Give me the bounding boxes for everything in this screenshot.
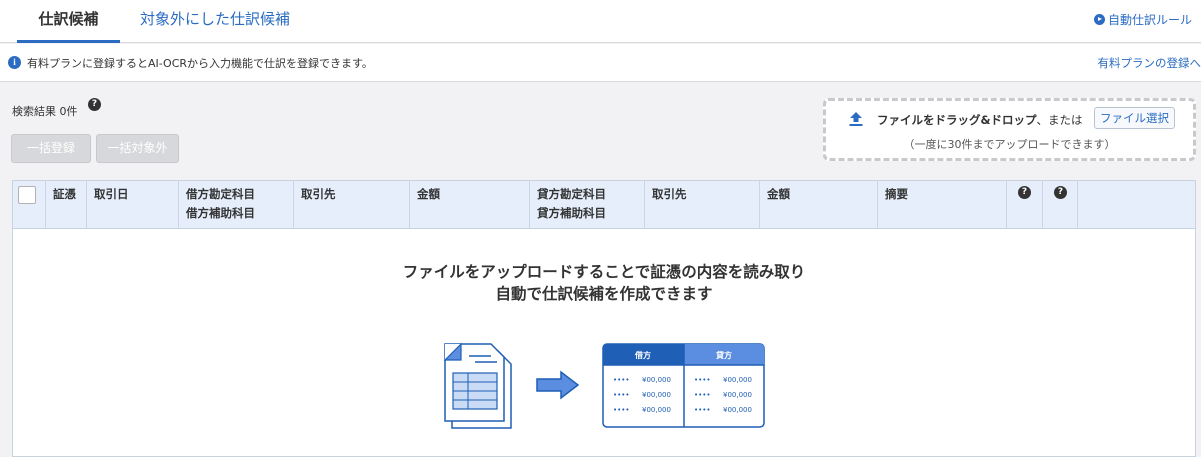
journal-candidates-table: 証憑 取引日 借方勘定科目 借方補助科目 取引先 金額 貸方勘定科目 貸方補助科… bbox=[12, 180, 1196, 457]
info-message: 有料プランに登録するとAI-OCRから入力機能で仕訳を登録できます。 bbox=[27, 57, 373, 70]
debit-label: 借方 bbox=[634, 350, 651, 360]
dropzone-text-rest: 、または bbox=[1036, 113, 1083, 127]
ocr-illustration: 借方 貸方 •••• ¥00,000 •••• ¥00,000 •••• ¥00… bbox=[443, 342, 765, 429]
bulk-exclude-button[interactable]: 一括対象外 bbox=[96, 134, 179, 163]
paid-plan-link[interactable]: 有料プランの登録へ bbox=[1098, 55, 1201, 71]
ledger-amount: ¥00,000 bbox=[723, 406, 752, 414]
arrow-right-icon bbox=[536, 370, 580, 400]
dropzone-text: ファイルをドラッグ&ドロップ、または bbox=[877, 112, 1083, 128]
ledger-icon: 借方 貸方 •••• ¥00,000 •••• ¥00,000 •••• ¥00… bbox=[602, 343, 765, 428]
file-dropzone[interactable]: ファイルをドラッグ&ドロップ、または ファイル選択 （一度に30件までアップロー… bbox=[823, 98, 1196, 161]
auto-journal-rule-label: 自動仕訳ルール bbox=[1107, 13, 1192, 27]
dropzone-text-bold: ファイルをドラッグ&ドロップ bbox=[877, 113, 1037, 127]
tab-bar: 仕訳候補 対象外にした仕訳候補 自動仕訳ルール bbox=[0, 0, 1201, 43]
ledger-amount: ¥00,000 bbox=[642, 376, 671, 384]
tab-journal-candidates[interactable]: 仕訳候補 bbox=[17, 0, 120, 43]
ledger-dots: •••• bbox=[694, 391, 711, 399]
ledger-dots: •••• bbox=[694, 376, 711, 384]
upload-icon bbox=[849, 112, 863, 126]
ledger-amount: ¥00,000 bbox=[642, 391, 671, 399]
ledger-dots: •••• bbox=[613, 391, 630, 399]
play-circle-icon bbox=[1093, 14, 1105, 25]
auto-journal-rule-link[interactable]: 自動仕訳ルール bbox=[1093, 11, 1192, 28]
help-icon[interactable]: ? bbox=[88, 98, 101, 111]
tab-excluded-candidates[interactable]: 対象外にした仕訳候補 bbox=[140, 0, 290, 43]
credit-label: 貸方 bbox=[715, 350, 732, 360]
document-icon bbox=[443, 342, 512, 429]
bulk-register-button[interactable]: 一括登録 bbox=[11, 134, 91, 163]
ledger-amount: ¥00,000 bbox=[723, 376, 752, 384]
ledger-dots: •••• bbox=[613, 376, 630, 384]
search-result-count: 検索結果 0件 bbox=[12, 105, 78, 118]
ledger-dots: •••• bbox=[694, 406, 711, 414]
ledger-amount: ¥00,000 bbox=[642, 406, 671, 414]
info-bar: i 有料プランに登録するとAI-OCRから入力機能で仕訳を登録できます。 有料プ… bbox=[0, 44, 1201, 82]
ledger-dots: •••• bbox=[613, 406, 630, 414]
ledger-amount: ¥00,000 bbox=[723, 391, 752, 399]
file-select-button[interactable]: ファイル選択 bbox=[1094, 107, 1175, 129]
info-icon: i bbox=[8, 56, 21, 69]
dropzone-limit-note: （一度に30件までアップロードできます） bbox=[903, 138, 1116, 151]
